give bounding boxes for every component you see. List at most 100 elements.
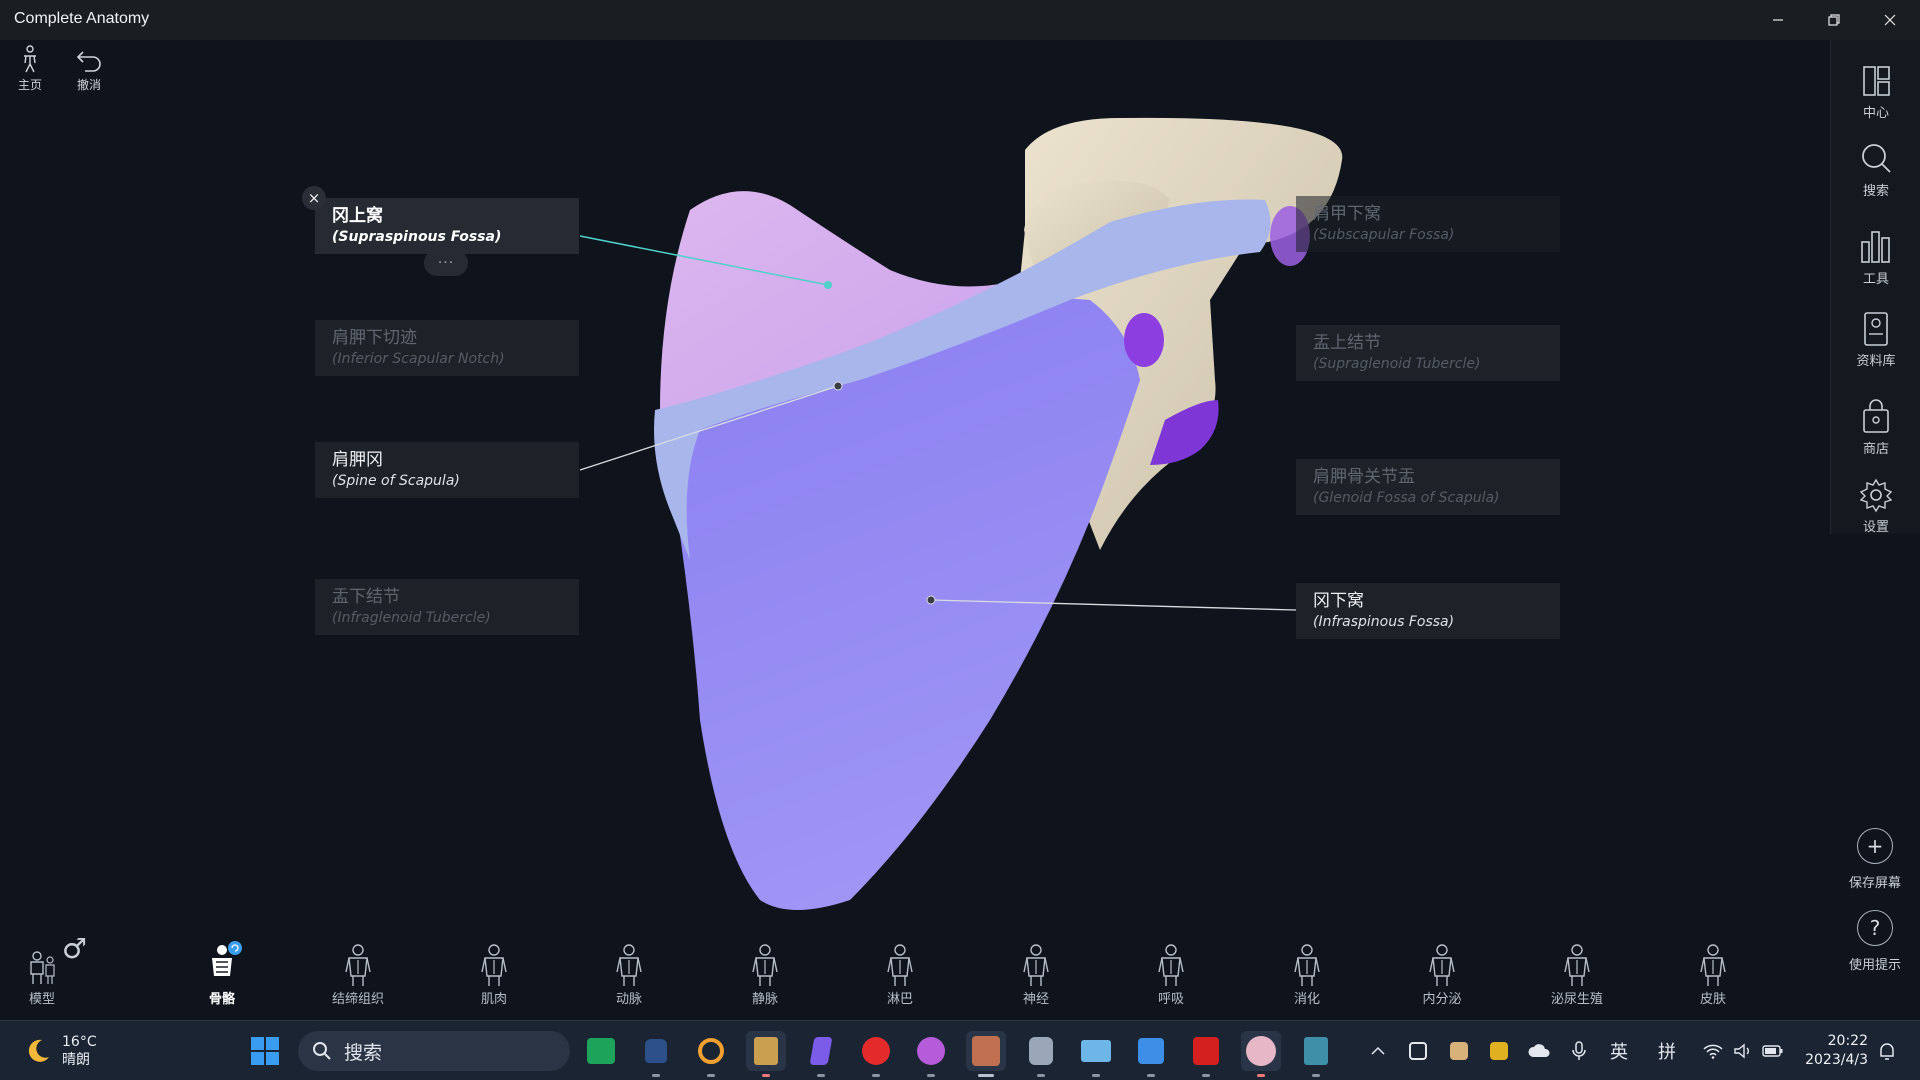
weather-temp: 16°C [62,1034,97,1050]
taskbar-app-acrobat[interactable] [1186,1031,1226,1077]
sidebar-item-center[interactable]: 中心 [1831,48,1920,128]
cat-tray-icon [1450,1042,1468,1060]
windows-logo-icon [251,1037,279,1065]
taskbar-app-crystal[interactable] [801,1031,841,1077]
system-nerve[interactable]: 神经 [991,932,1081,1020]
system-connective-tissue[interactable]: 结缔组织 [313,932,403,1020]
taskbar-app-blue[interactable] [1131,1031,1171,1077]
taskbar-app-monitor[interactable] [1076,1031,1116,1077]
sidebar-item-tools[interactable]: 工具 [1831,214,1920,294]
system-digestive[interactable]: 消化 [1262,932,1352,1020]
label-en: (Infraspinous Fossa) [1313,614,1455,630]
label-en: (Glenoid Fossa of Scapula) [1313,490,1500,506]
bell-icon [1880,1043,1894,1060]
taskbar-app-robot[interactable] [1021,1031,1061,1077]
label-supraspinous-fossa[interactable]: 冈上窝 (Supraspinous Fossa) [315,198,579,254]
sidebar-item-store[interactable]: 商店 [1831,384,1920,464]
system-selector-bar: ♂ 模型 骨骼 结缔组织 肌肉 动脉 静脉 淋巴 神经 呼吸 消化 内分泌 泌尿生殖 皮肤 [0,932,1920,1020]
chevron-up-icon [1371,1046,1385,1055]
tools-icon [1861,231,1890,263]
system-respiratory[interactable]: 呼吸 [1126,932,1216,1020]
taskbar-search[interactable]: 搜索 [298,1031,570,1071]
pin-infraspinous[interactable] [926,595,936,605]
label-cn: 肩胛冈 [332,450,383,470]
ime-mode-button[interactable]: 拼 [1652,1037,1682,1065]
system-label: 肌肉 [480,992,507,1007]
tray-app-2[interactable] [1446,1037,1472,1065]
label-cn: 冈下窝 [1313,591,1364,611]
system-artery[interactable]: 动脉 [584,932,674,1020]
taskbar-app-league-2[interactable] [1296,1031,1336,1077]
label-infraglenoid-tubercle[interactable]: 盂下结节 (Infraglenoid Tubercle) [315,579,579,635]
system-skeleton[interactable]: 骨骼 [177,932,267,1020]
system-label: 结缔组织 [331,992,384,1007]
layout-icon [1863,66,1890,96]
spreadsheet-app-icon [587,1038,615,1064]
label-inferior-scapular-notch[interactable]: 肩胛下切迹 (Inferior Scapular Notch) [315,320,579,376]
show-hidden-icons[interactable] [1368,1037,1388,1065]
wifi-tray[interactable] [1700,1037,1726,1065]
label-glenoid-fossa[interactable]: 肩胛骨关节盂 (Glenoid Fossa of Scapula) [1296,459,1560,515]
league-app-icon [754,1037,778,1065]
save-screen-label: 保存屏幕 [1848,876,1901,891]
label-subscapular-fossa[interactable]: 肩甲下窝 (Subscapular Fossa) [1296,196,1560,252]
battery-tray[interactable] [1760,1037,1786,1065]
taskbar-app-complete-anatomy[interactable] [966,1031,1006,1077]
system-endocrine[interactable]: 内分泌 [1397,932,1487,1020]
taskbar-app-chrome-g[interactable] [691,1031,731,1077]
connective-tissue-icon [345,944,371,986]
close-label-button[interactable]: × [302,186,326,210]
windows-taskbar: 16°C 晴朗 搜索 英 拼 20:22 2023/4/3 [0,1020,1920,1080]
weather-widget[interactable]: 16°C 晴朗 [24,1033,97,1069]
pin-spine[interactable] [833,381,843,391]
pin-supraspinous[interactable] [824,281,832,289]
ime-lang-button[interactable]: 英 [1604,1037,1634,1065]
sidebar-item-library[interactable]: 资料库 [1831,296,1920,376]
endocrine-icon [1429,944,1455,986]
system-lymph[interactable]: 淋巴 [855,932,945,1020]
volume-tray[interactable] [1730,1037,1756,1065]
tray-app-1[interactable] [1405,1037,1431,1065]
microphone-tray[interactable] [1566,1037,1592,1065]
start-button[interactable] [245,1031,285,1071]
scapula-model[interactable] [0,0,1920,1080]
taskbar-app-avatar[interactable] [1241,1031,1281,1077]
respiratory-icon [1158,944,1184,986]
label-supraglenoid-tubercle[interactable]: 盂上结节 (Supraglenoid Tubercle) [1296,325,1560,381]
label-en: (Infraglenoid Tubercle) [332,610,491,626]
onedrive-tray[interactable] [1526,1037,1552,1065]
supraglenoid-tubercle-region[interactable] [1124,313,1164,367]
label-spine-of-scapula[interactable]: 肩胛冈 (Spine of Scapula) [315,442,579,498]
clock[interactable]: 20:22 2023/4/3 [1805,1032,1868,1070]
label-infraspinous-fossa[interactable]: 冈下窝 (Infraspinous Fossa) [1296,583,1560,639]
save-screen-button[interactable]: + 保存屏幕 [1830,828,1920,891]
volume-icon [1734,1043,1749,1059]
taskbar-app-purple[interactable] [911,1031,951,1077]
tray-app-3[interactable] [1486,1037,1512,1065]
more-options-button[interactable]: ··· [424,250,468,276]
artery-icon [616,944,642,986]
digestive-icon [1294,944,1320,986]
right-sidebar: 中心 搜索 工具 资料库 商店 设置 [1830,40,1920,535]
taskbar-app-sheets[interactable] [581,1031,621,1071]
sidebar-item-settings[interactable]: 设置 [1831,462,1920,542]
taskbar-app-cat[interactable] [636,1031,676,1077]
notification-center[interactable] [1872,1037,1902,1065]
sidebar-item-search[interactable]: 搜索 [1831,126,1920,206]
system-urogenital[interactable]: 泌尿生殖 [1532,932,1622,1020]
system-label: 骨骼 [208,992,235,1007]
system-model[interactable]: 模型 [0,932,87,1020]
label-en: (Spine of Scapula) [332,473,460,489]
taskbar-app-league[interactable] [746,1031,786,1077]
system-muscle[interactable]: 肌肉 [449,932,539,1020]
system-skin[interactable]: 皮肤 [1668,932,1758,1020]
system-vein[interactable]: 静脉 [720,932,810,1020]
sidebar-label: 搜索 [1862,184,1889,199]
moon-icon [28,1039,49,1062]
nerve-icon [1023,944,1049,986]
skin-icon [1700,944,1726,986]
taskbar-app-netease-music[interactable] [856,1031,896,1077]
sidebar-label: 中心 [1862,106,1889,121]
vein-icon [752,944,778,986]
lymph-icon [887,944,913,986]
